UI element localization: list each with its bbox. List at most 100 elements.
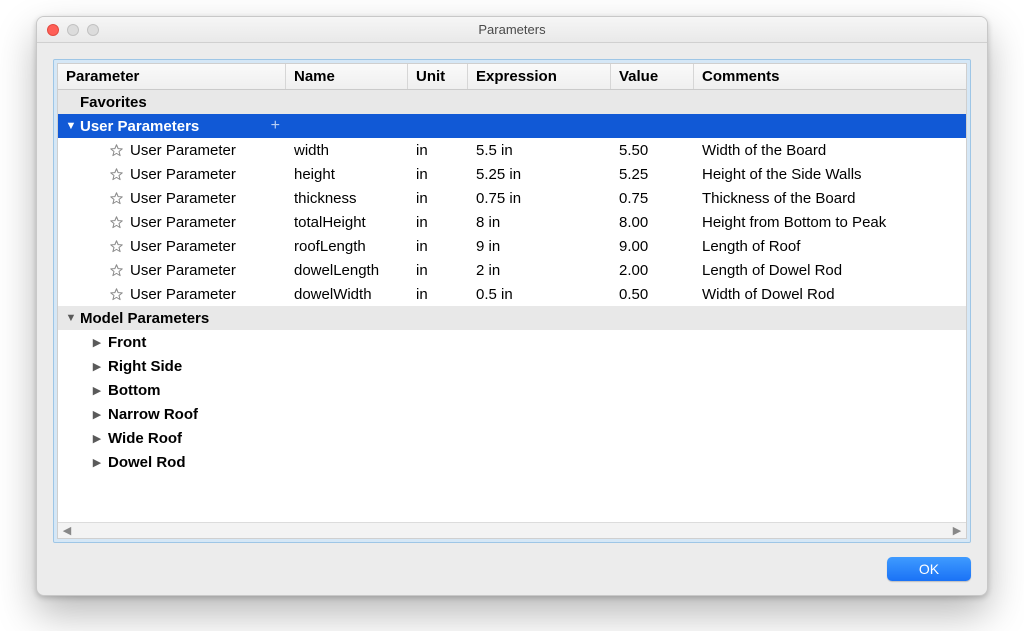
close-icon[interactable] [47, 24, 59, 36]
table-row[interactable]: User Parameter widthin5.5 in5.50Width of … [58, 138, 966, 162]
parameter-unit[interactable]: in [408, 262, 468, 279]
window-title: Parameters [37, 22, 987, 37]
model-group-label: Right Side [108, 358, 182, 375]
expand-icon[interactable]: ▶ [90, 456, 104, 469]
parameter-type: User Parameter [130, 166, 236, 183]
parameter-value: 5.50 [611, 142, 694, 159]
favorite-star-icon[interactable] [108, 262, 124, 278]
table-row[interactable]: ▶ Narrow Roof [58, 402, 966, 426]
table-row[interactable]: ▶ Wide Roof [58, 426, 966, 450]
favorite-star-icon[interactable] [108, 286, 124, 302]
parameter-expression[interactable]: 0.75 in [468, 190, 611, 207]
expand-icon[interactable]: ▶ [90, 336, 104, 349]
dialog-footer: OK [53, 543, 971, 581]
table-row[interactable]: User ParametertotalHeightin8 in8.00Heigh… [58, 210, 966, 234]
parameter-expression[interactable]: 5.25 in [468, 166, 611, 183]
expand-icon[interactable]: ▶ [90, 432, 104, 445]
parameter-expression[interactable]: 0.5 in [468, 286, 611, 303]
parameter-unit[interactable]: in [408, 166, 468, 183]
scroll-left-icon[interactable]: ◀ [60, 524, 74, 537]
model-group-label: Front [108, 334, 146, 351]
parameter-value: 9.00 [611, 238, 694, 255]
parameter-comments[interactable]: Thickness of the Board [694, 190, 966, 207]
expand-icon[interactable]: ▶ [90, 360, 104, 373]
table-row[interactable]: ▶Bottom [58, 378, 966, 402]
column-header-parameter[interactable]: Parameter [58, 64, 286, 89]
table-row[interactable]: User Parameter dowelLengthin2 in2.00Lengt… [58, 258, 966, 282]
parameter-unit[interactable]: in [408, 214, 468, 231]
column-header-expression[interactable]: Expression [468, 64, 611, 89]
horizontal-scrollbar[interactable]: ◀ ▶ [58, 522, 966, 538]
parameter-unit[interactable]: in [408, 286, 468, 303]
parameter-type: User Parameter [130, 190, 236, 207]
column-header-name[interactable]: Name [286, 64, 408, 89]
parameter-comments[interactable]: Width of Dowel Rod [694, 286, 966, 303]
add-parameter-icon[interactable]: + [271, 117, 280, 135]
expand-icon[interactable]: ▼ [64, 120, 78, 132]
parameter-name[interactable]: height [286, 166, 408, 183]
table-row[interactable]: ▶Dowel Rod [58, 450, 966, 474]
parameter-type: User Parameter [130, 262, 236, 279]
parameter-comments[interactable]: Length of Roof [694, 238, 966, 255]
parameter-type: User Parameter [130, 238, 236, 255]
parameter-value: 5.25 [611, 166, 694, 183]
parameter-comments[interactable]: Width of the Board [694, 142, 966, 159]
parameter-expression[interactable]: 2 in [468, 262, 611, 279]
parameter-expression[interactable]: 8 in [468, 214, 611, 231]
parameter-name[interactable]: width [286, 142, 408, 159]
parameter-name[interactable]: dowelLength [286, 262, 408, 279]
column-header-value[interactable]: Value [611, 64, 694, 89]
parameters-table: Parameter Name Unit Expression Value Com… [57, 63, 967, 539]
table-row[interactable]: User Parameter dowelWidthin0.5 in0.50Widt… [58, 282, 966, 306]
parameter-value: 2.00 [611, 262, 694, 279]
parameter-name[interactable]: roofLength [286, 238, 408, 255]
zoom-icon[interactable] [87, 24, 99, 36]
table-row[interactable]: ▶ Front [58, 330, 966, 354]
parameter-type: User Parameter [130, 142, 236, 159]
parameter-comments[interactable]: Height from Bottom to Peak [694, 214, 966, 231]
favorite-star-icon[interactable] [108, 166, 124, 182]
parameter-expression[interactable]: 5.5 in [468, 142, 611, 159]
table-row[interactable]: User Parameter heightin5.25 in5.25Height … [58, 162, 966, 186]
parameter-value: 0.50 [611, 286, 694, 303]
minimize-icon[interactable] [67, 24, 79, 36]
favorite-star-icon[interactable] [108, 190, 124, 206]
column-header-comments[interactable]: Comments [694, 64, 966, 89]
table-row[interactable]: User Parameter thicknessin0.75 in0.75Thic… [58, 186, 966, 210]
group-label: User Parameters [80, 118, 199, 135]
expand-icon[interactable]: ▶ [90, 384, 104, 397]
parameter-unit[interactable]: in [408, 238, 468, 255]
scroll-track[interactable] [74, 526, 950, 536]
parameter-name[interactable]: totalHeight [286, 214, 408, 231]
parameter-value: 0.75 [611, 190, 694, 207]
parameter-name[interactable]: dowelWidth [286, 286, 408, 303]
parameter-unit[interactable]: in [408, 190, 468, 207]
parameter-type: User Parameter [130, 214, 236, 231]
scroll-right-icon[interactable]: ▶ [950, 524, 964, 537]
parameter-expression[interactable]: 9 in [468, 238, 611, 255]
parameters-table-wrap: Parameter Name Unit Expression Value Com… [53, 59, 971, 543]
parameter-name[interactable]: thickness [286, 190, 408, 207]
parameter-comments[interactable]: Length of Dowel Rod [694, 262, 966, 279]
expand-icon[interactable]: ▶ [90, 408, 104, 421]
parameter-comments[interactable]: Height of the Side Walls [694, 166, 966, 183]
model-group-label: Wide Roof [108, 430, 182, 447]
group-label: Favorites [80, 94, 147, 111]
model-group-label: Narrow Roof [108, 406, 198, 423]
table-row[interactable]: User Parameter roofLengthin9 in9.00Length… [58, 234, 966, 258]
parameters-dialog: Parameters Parameter Name Unit Expressio… [36, 16, 988, 596]
favorite-star-icon[interactable] [108, 238, 124, 254]
favorite-star-icon[interactable] [108, 214, 124, 230]
parameter-unit[interactable]: in [408, 142, 468, 159]
table-header: Parameter Name Unit Expression Value Com… [58, 64, 966, 90]
column-header-unit[interactable]: Unit [408, 64, 468, 89]
table-row[interactable]: ▶ Right Side [58, 354, 966, 378]
ok-button[interactable]: OK [887, 557, 971, 581]
group-row-model-parameters[interactable]: ▼ Model Parameters [58, 306, 966, 330]
group-row-user-parameters[interactable]: ▼ User Parameters + [58, 114, 966, 138]
favorite-star-icon[interactable] [108, 142, 124, 158]
group-label: Model Parameters [80, 310, 209, 327]
expand-icon[interactable]: ▼ [64, 312, 78, 324]
group-row-favorites[interactable]: Favorites [58, 90, 966, 114]
parameter-type: User Parameter [130, 286, 236, 303]
